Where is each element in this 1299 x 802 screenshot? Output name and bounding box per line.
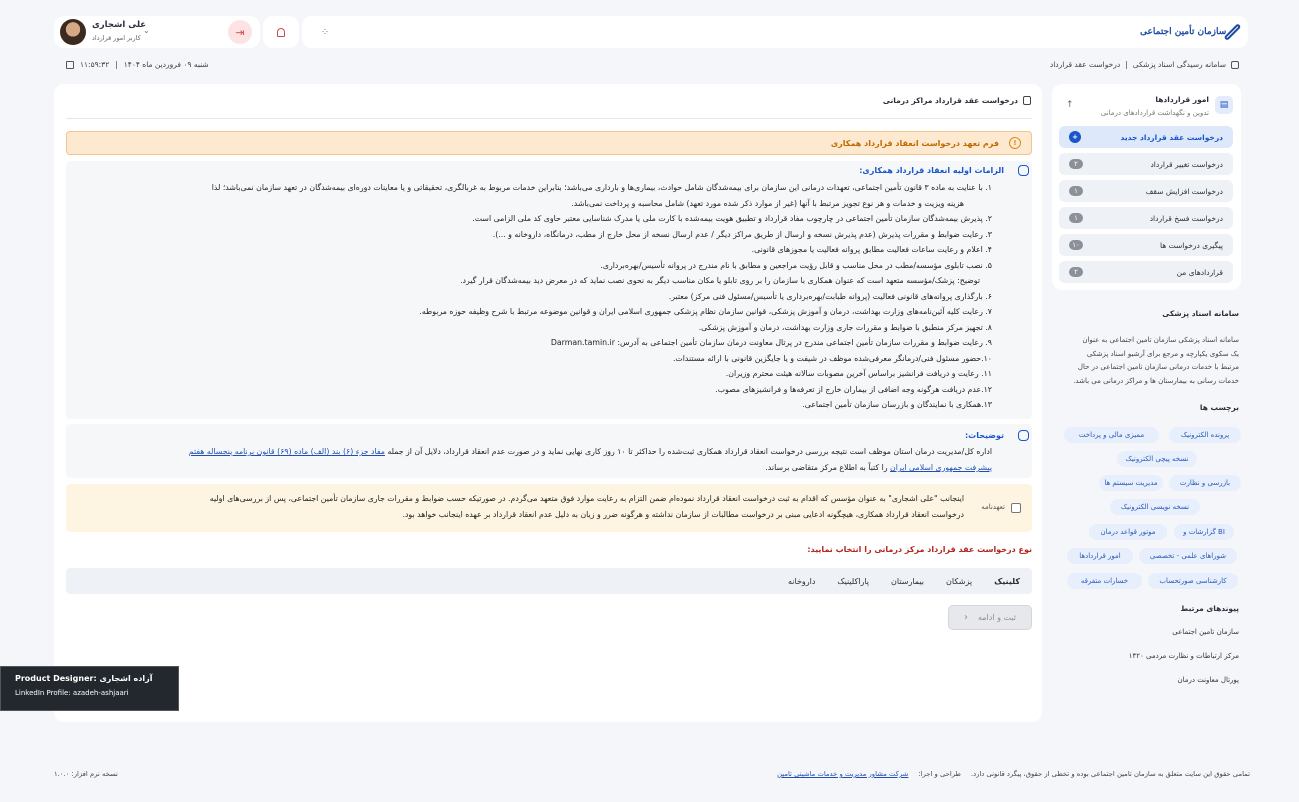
- breadcrumb: سامانه رسیدگی اسناد پزشکی | درخواست عقد …: [1050, 60, 1239, 69]
- collapse-arrow-icon[interactable]: ↑: [1066, 100, 1074, 110]
- rules-title: الزامات اولیه انعقاد قرارداد همکاری:: [859, 166, 1004, 175]
- footer-copyright: تمامی حقوق این سایت متعلق به سازمان تامی…: [777, 770, 1250, 778]
- tag[interactable]: کارشناسی صورتحساب: [1148, 573, 1238, 589]
- datetime: شنبه ۰۹ فروردین ماه ۱۴۰۴ | ۱۱:۵۹:۳۲: [66, 60, 209, 69]
- commitment-checkbox[interactable]: [1011, 503, 1021, 513]
- apps-grid-button[interactable]: ⁘: [314, 22, 336, 42]
- tab-paraclinic[interactable]: پاراکلینیک: [837, 577, 869, 586]
- tags-title: برچسب ها: [1199, 403, 1239, 412]
- tab-doctors[interactable]: پزشکان: [946, 577, 972, 586]
- notes-text: اداره کل/مدیریت درمان استان موظف است نتی…: [188, 447, 992, 472]
- commitment-text: اینجانب "علی اشجاری" به عنوان مؤسس که اق…: [209, 494, 964, 519]
- rule-line: ۳. رعایت ضوابط و مقررات پذیرش (عدم پذیرش…: [492, 229, 992, 239]
- grid-icon: ⁘: [320, 26, 330, 38]
- commitment-label[interactable]: تعهدنامه: [981, 503, 1005, 511]
- calendar-icon: [66, 60, 74, 69]
- document-icon: [1023, 96, 1031, 105]
- sidebar-item-track-requests[interactable]: پیگیری درخواست ها ۱۰: [1059, 234, 1233, 256]
- tab-pharmacy[interactable]: داروخانه: [788, 577, 815, 586]
- user-name: علی اشجاری: [92, 20, 147, 30]
- tag[interactable]: خسارات متفرقه: [1067, 573, 1142, 589]
- sidebar-menu: ▤ امور قراردادها تدوین و نگهداشت قرارداد…: [1052, 84, 1241, 290]
- sidebar-title: امور قراردادها: [1155, 95, 1209, 104]
- rule-line: هزینه ویزیت و خدمات و هر نوع تجویز مرتبط…: [571, 198, 964, 208]
- alert-banner: ! فرم تعهد درخواست انعقاد قرارداد همکاری: [66, 131, 1032, 155]
- tag[interactable]: شوراهای علمی - تخصصی: [1139, 548, 1237, 564]
- rule-line: ۴. اعلام و رعایت ساعات فعالیت مطابق پروا…: [751, 245, 992, 254]
- tag[interactable]: امور قراردادها: [1067, 548, 1133, 564]
- link-darman[interactable]: پورتال معاونت درمان: [1177, 676, 1239, 684]
- bell-icon: [277, 27, 285, 37]
- top-header: [302, 16, 1248, 48]
- rule-line: ۱۱. رعایت و دریافت فرانشیز براساس آخرین …: [725, 369, 992, 378]
- tag[interactable]: نسخه نویسی الکترونیک: [1110, 499, 1200, 515]
- sidebar-subtitle: تدوین و نگهداشت قراردادهای درمانی: [1100, 109, 1209, 117]
- notes-icon: [1018, 430, 1029, 441]
- contracts-icon: ▤: [1215, 96, 1233, 114]
- tab-clinic[interactable]: کلینیک: [994, 577, 1020, 586]
- tag[interactable]: گزارشات و BI: [1174, 524, 1234, 540]
- rule-line: ۹. رعایت ضوابط و مقررات سازمان تأمین اجت…: [550, 338, 992, 347]
- rule-line: ۱. با عنایت به ماده ۳ قانون تأمین اجتماع…: [211, 183, 992, 192]
- about-title: سامانه اسناد پزشکی: [1162, 309, 1239, 318]
- law-link[interactable]: مفاد جزء (۶) بند (الف) ماده (۶۹) قانون ب…: [189, 447, 385, 456]
- tag[interactable]: نسخه پیچی الکترونیک: [1117, 451, 1197, 467]
- links-title: پیوندهای مرتبط: [1180, 604, 1239, 613]
- notifications-button[interactable]: [263, 16, 299, 48]
- chevron-left-icon: ‹: [963, 612, 968, 623]
- tag[interactable]: بازرسی و نظارت: [1169, 475, 1241, 491]
- rule-line: ۸. تجهیز مرکز منطبق با ضوابط و مقررات جا…: [698, 322, 992, 332]
- breadcrumb-current: درخواست عقد قرارداد: [1049, 60, 1121, 69]
- notes-title: توضیحات:: [964, 431, 1004, 440]
- rule-line: ۲. پذیرش بیمه‌شدگان سازمان تأمین اجتماعی…: [472, 214, 992, 223]
- logout-button[interactable]: ⇥: [228, 20, 252, 44]
- law-link-cont[interactable]: پیشرفت جمهوری اسلامی ایران: [890, 463, 992, 472]
- about-text: سامانه اسناد پزشکی سازمان تامین اجتماعی …: [1073, 336, 1239, 385]
- type-tabs: کلینیک پزشکان بیمارستان پاراکلینیک داروخ…: [66, 568, 1032, 594]
- sidebar-item-new-contract[interactable]: درخواست عقد قرارداد جدید +: [1059, 126, 1233, 148]
- tag[interactable]: ممیزی مالی و پرداخت: [1064, 427, 1159, 443]
- breadcrumb-root[interactable]: سامانه رسیدگی اسناد پزشکی: [1133, 60, 1226, 69]
- tab-hospital[interactable]: بیمارستان: [891, 577, 924, 586]
- rule-line: ۱۰.حضور مسئول فنی/درمانگر معرفی‌شده موظف…: [672, 353, 992, 363]
- footer-version: نسخه نرم افزار: ۱.۰.۰: [54, 770, 118, 778]
- sidebar-item-change-contract[interactable]: درخواست تغییر قرارداد ۲: [1059, 153, 1233, 175]
- warning-icon: !: [1009, 137, 1021, 149]
- company-link[interactable]: شرکت مشاور مدیریت و خدمات ماشینی تامین: [777, 770, 908, 778]
- rules-list: ۱. با عنایت به ماده ۳ قانون تأمین اجتماع…: [77, 180, 992, 413]
- sidebar-item-my-contracts[interactable]: قراردادهای من ۲: [1059, 261, 1233, 283]
- tag[interactable]: پرونده الکترونیک: [1169, 427, 1241, 443]
- home-icon[interactable]: [1231, 60, 1239, 69]
- designer-credit: Product Designer: آزاده اشجاری LinkedIn …: [0, 666, 179, 711]
- type-title: نوع درخواست عقد قرارداد مرکز درمانی را ا…: [807, 545, 1032, 554]
- sidebar-item-increase-ceiling[interactable]: درخواست افزایش سقف ۱: [1059, 180, 1233, 202]
- link-tamin[interactable]: سازمان تامین اجتماعی: [1172, 628, 1239, 636]
- rule-line: ۷. رعایت کلیه آئین‌نامه‌های وزارت بهداشت…: [419, 307, 992, 316]
- user-role: کاربر امور قرارداد: [92, 34, 141, 42]
- page-title: درخواست عقد قرارداد مراکز درمانی: [883, 96, 1031, 105]
- tag[interactable]: موتور قواعد درمان: [1089, 524, 1167, 540]
- logo[interactable]: سازمان تأمین اجتماعی: [1140, 20, 1242, 44]
- rule-line: ۱۲.عدم دریافت هرگونه وجه اضافی از بیمارا…: [715, 384, 992, 394]
- divider: [66, 118, 1032, 119]
- rule-line: ۱۳.همکاری با نمایندگان و بازرسان سازمان …: [802, 400, 992, 409]
- plus-icon: +: [1069, 131, 1081, 143]
- sidebar-item-cancel-contract[interactable]: درخواست فسخ قرارداد ۱: [1059, 207, 1233, 229]
- tag[interactable]: مدیریت سیستم ها: [1099, 475, 1163, 491]
- rule-line: توضیح: پزشک/مؤسسه متعهد است که عنوان همک…: [460, 276, 980, 285]
- link-1420[interactable]: مرکز ارتباطات و نظارت مردمی ۱۴۲۰: [1129, 652, 1239, 660]
- rule-line: ۵. نصب تابلوی مؤسسه/مطب در محل مناسب و ق…: [600, 260, 992, 270]
- avatar[interactable]: [60, 19, 86, 45]
- info-icon: [1018, 165, 1029, 176]
- submit-button[interactable]: ثبت و ادامه ‹: [948, 605, 1032, 630]
- rule-line: ۶. بارگذاری پروانه‌های قانونی فعالیت (پر…: [668, 291, 992, 301]
- logout-icon: ⇥: [235, 25, 245, 39]
